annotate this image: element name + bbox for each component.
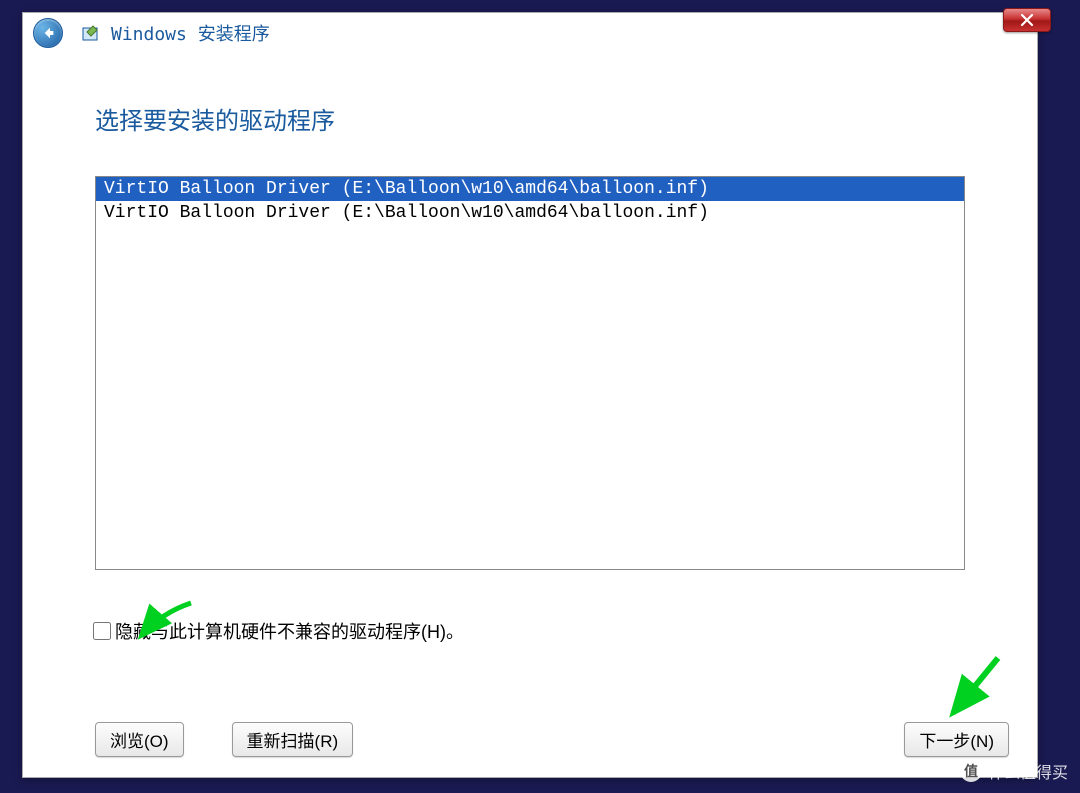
- driver-list[interactable]: VirtIO Balloon Driver (E:\Balloon\w10\am…: [95, 176, 965, 570]
- back-button[interactable]: [33, 18, 63, 48]
- hide-incompatible-label[interactable]: 隐藏与此计算机硬件不兼容的驱动程序(H)。: [115, 618, 464, 644]
- browse-button[interactable]: 浏览(O): [95, 722, 184, 757]
- next-button[interactable]: 下一步(N): [904, 722, 1009, 757]
- driver-list-item[interactable]: VirtIO Balloon Driver (E:\Balloon\w10\am…: [96, 177, 964, 201]
- rescan-button[interactable]: 重新扫描(R): [232, 722, 354, 757]
- hide-incompatible-row: 隐藏与此计算机硬件不兼容的驱动程序(H)。: [93, 618, 965, 644]
- button-row: 浏览(O) 重新扫描(R) 下一步(N): [95, 722, 1009, 757]
- arrow-left-icon: [40, 25, 56, 41]
- close-icon: [1020, 13, 1034, 27]
- installer-icon: [81, 22, 103, 44]
- windows-setup-dialog: Windows 安装程序 选择要安装的驱动程序 VirtIO Balloon D…: [22, 12, 1038, 778]
- annotation-arrow-next: [933, 653, 1013, 733]
- hide-incompatible-checkbox[interactable]: [93, 622, 111, 640]
- close-button[interactable]: [1003, 8, 1051, 32]
- watermark: 值 什么值得买: [960, 759, 1068, 783]
- content-area: 选择要安装的驱动程序 VirtIO Balloon Driver (E:\Bal…: [23, 53, 1037, 644]
- driver-list-item[interactable]: VirtIO Balloon Driver (E:\Balloon\w10\am…: [96, 201, 964, 225]
- window-title: Windows 安装程序: [111, 20, 270, 46]
- watermark-icon: 值: [960, 760, 982, 782]
- titlebar: Windows 安装程序: [23, 13, 1037, 53]
- watermark-text: 什么值得买: [988, 759, 1068, 783]
- page-heading: 选择要安装的驱动程序: [95, 101, 965, 136]
